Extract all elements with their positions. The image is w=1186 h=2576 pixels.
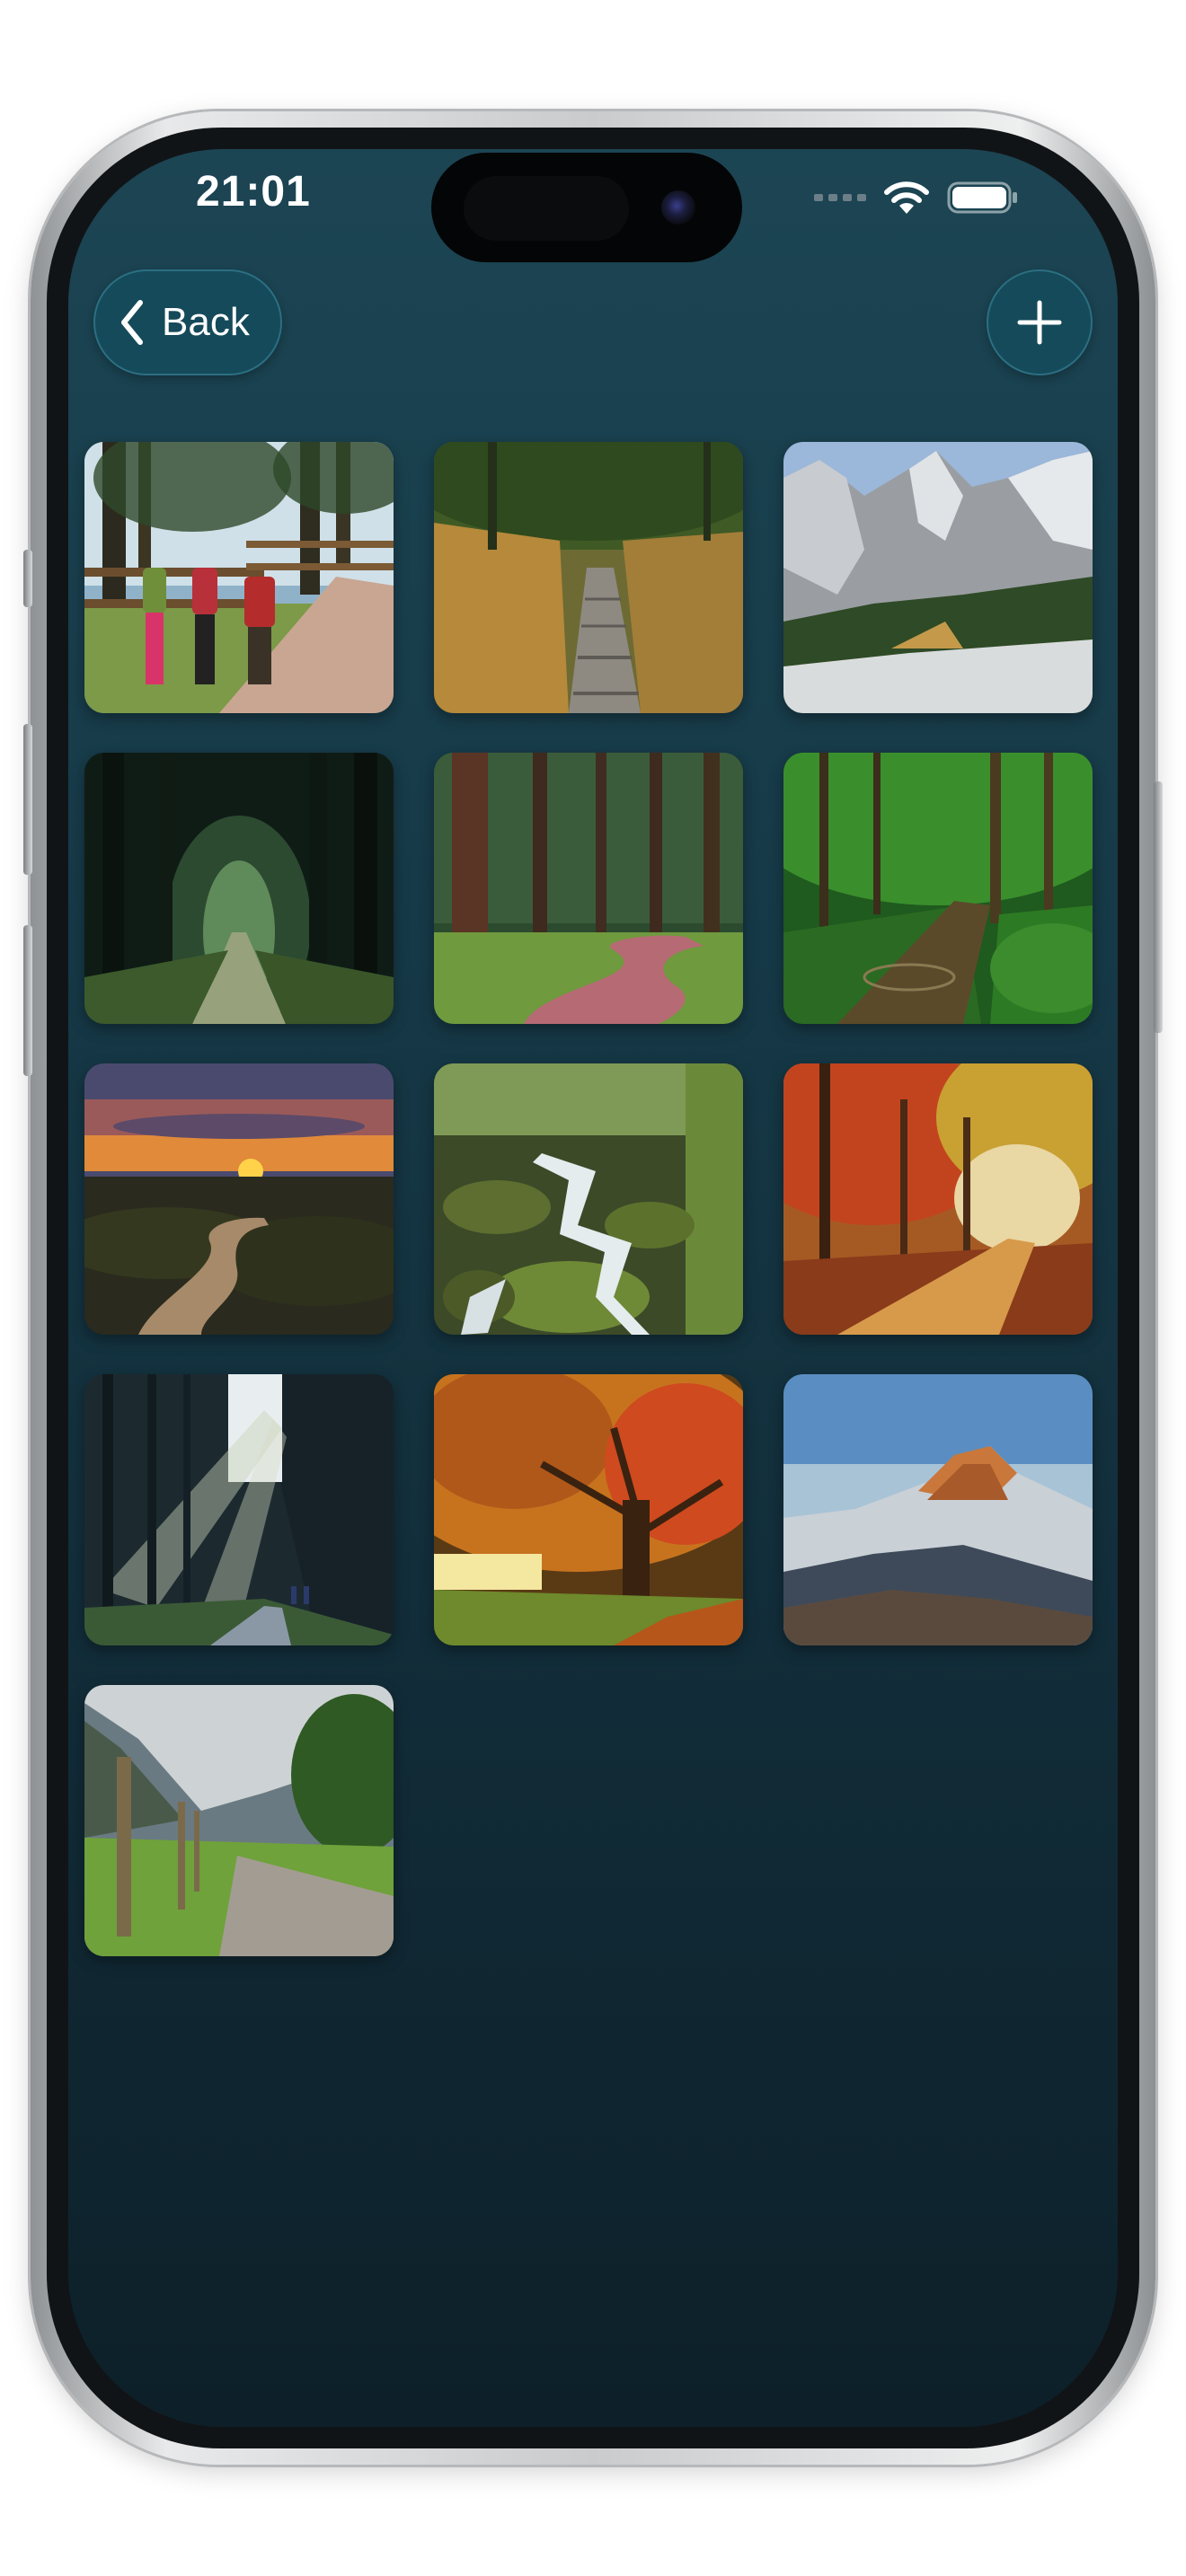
back-button-label: Back <box>162 300 250 344</box>
photo-autumn-tree-in-meadow <box>434 1374 743 1645</box>
photo-thumbnail[interactable] <box>84 753 394 1024</box>
photo-thumbnail[interactable] <box>84 1063 394 1335</box>
status-icons <box>814 178 1019 217</box>
photo-thumbnail[interactable] <box>84 1374 394 1645</box>
photo-sunset-over-hills <box>84 1063 394 1335</box>
photo-green-forest-stream <box>783 753 1093 1024</box>
photo-gravel-road-by-fence <box>84 1685 394 1956</box>
plus-icon <box>1017 300 1062 345</box>
photo-thumbnail[interactable] <box>783 1374 1093 1645</box>
photo-boardwalk-through-grass <box>434 442 743 713</box>
photo-hikers-on-trail <box>84 442 394 713</box>
wifi-icon <box>884 181 929 214</box>
photo-alpine-mountain-valley <box>783 442 1093 713</box>
volume-down-button <box>23 925 32 1076</box>
cellular-signal-icon <box>814 194 866 201</box>
back-button[interactable]: Back <box>93 269 282 375</box>
add-photo-button[interactable] <box>987 269 1093 375</box>
photo-dark-forest-tunnel <box>84 753 394 1024</box>
photo-thumbnail[interactable] <box>84 442 394 713</box>
photo-thumbnail[interactable] <box>84 1685 394 1956</box>
screen: 21:01 Back <box>68 149 1118 2427</box>
chevron-left-icon <box>121 300 143 345</box>
photo-thumbnail[interactable] <box>783 753 1093 1024</box>
power-button <box>1154 781 1163 1033</box>
photo-pine-forest-path <box>434 753 743 1024</box>
action-button <box>23 550 32 607</box>
photo-thumbnail[interactable] <box>434 1374 743 1645</box>
battery-icon <box>947 181 1017 214</box>
volume-up-button <box>23 724 32 875</box>
photo-thumbnail[interactable] <box>434 442 743 713</box>
dynamic-island <box>431 153 742 262</box>
photo-thumbnail[interactable] <box>434 753 743 1024</box>
photo-thumbnail[interactable] <box>783 1063 1093 1335</box>
photo-mossy-waterfall-creek <box>434 1063 743 1335</box>
status-time: 21:01 <box>196 168 311 216</box>
front-camera <box>661 190 695 225</box>
photo-thumbnail[interactable] <box>434 1063 743 1335</box>
island-sensor <box>464 176 629 241</box>
photo-autumn-forest-path <box>783 1063 1093 1335</box>
photo-thumbnail[interactable] <box>783 442 1093 713</box>
photo-snowy-mountain-peak <box>783 1374 1093 1645</box>
photo-sunbeams-in-forest <box>84 1374 394 1645</box>
